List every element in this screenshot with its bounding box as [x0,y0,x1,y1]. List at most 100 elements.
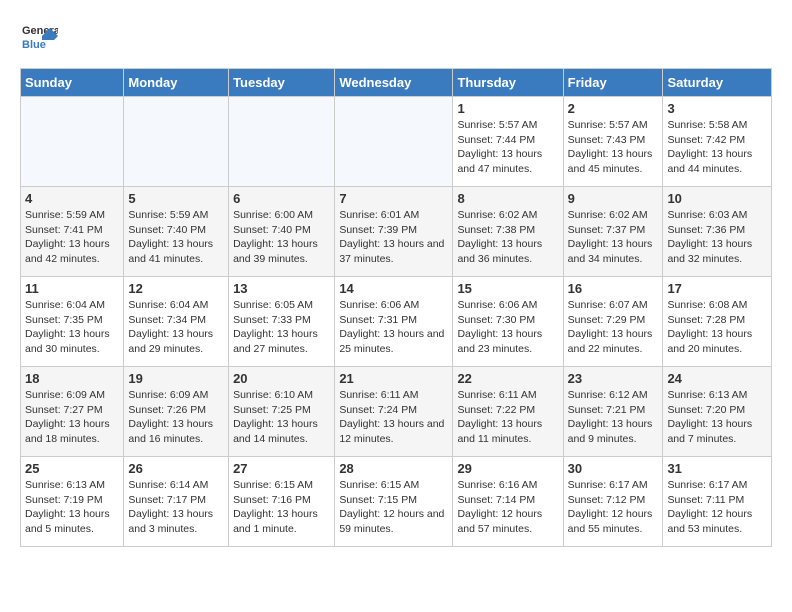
calendar-cell [21,97,124,187]
day-number: 31 [667,461,767,476]
calendar-cell: 22Sunrise: 6:11 AMSunset: 7:22 PMDayligh… [453,367,563,457]
day-info: Sunrise: 6:15 AMSunset: 7:15 PMDaylight:… [339,478,448,537]
day-number: 4 [25,191,119,206]
calendar-cell: 19 Sunrise: 6:09 AMSunset: 7:26 PMDayligh… [124,367,229,457]
week-row-4: 18 Sunrise: 6:09 AMSunset: 7:27 PMDayligh… [21,367,772,457]
day-info: Sunrise: 6:03 AMSunset: 7:36 PMDaylight:… [667,208,767,267]
calendar-cell: 30 Sunrise: 6:17 AMSunset: 7:12 PMDayligh… [563,457,663,547]
day-number: 22 [457,371,558,386]
logo-svg: General Blue [20,20,58,58]
calendar-cell: 24Sunrise: 6:13 AMSunset: 7:20 PMDayligh… [663,367,772,457]
day-number: 12 [128,281,224,296]
week-row-2: 4 Sunrise: 5:59 AMSunset: 7:41 PMDaylight… [21,187,772,277]
day-number: 7 [339,191,448,206]
calendar-cell: 21 Sunrise: 6:11 AMSunset: 7:24 PMDayligh… [335,367,453,457]
day-info: Sunrise: 6:08 AMSunset: 7:28 PMDaylight:… [667,298,767,357]
calendar-cell: 11 Sunrise: 6:04 AMSunset: 7:35 PMDayligh… [21,277,124,367]
calendar-cell: 16Sunrise: 6:07 AMSunset: 7:29 PMDayligh… [563,277,663,367]
calendar-table: SundayMondayTuesdayWednesdayThursdayFrid… [20,68,772,547]
calendar-cell: 14Sunrise: 6:06 AMSunset: 7:31 PMDayligh… [335,277,453,367]
day-number: 2 [568,101,659,116]
day-info: Sunrise: 5:58 AMSunset: 7:42 PMDaylight:… [667,118,767,177]
day-info: Sunrise: 6:02 AMSunset: 7:37 PMDaylight:… [568,208,659,267]
day-info: Sunrise: 5:59 AMSunset: 7:40 PMDaylight:… [128,208,224,267]
day-number: 15 [457,281,558,296]
day-number: 13 [233,281,330,296]
day-number: 1 [457,101,558,116]
day-number: 5 [128,191,224,206]
day-number: 20 [233,371,330,386]
day-info: Sunrise: 6:09 AMSunset: 7:26 PMDaylight:… [128,388,224,447]
calendar-header-monday: Monday [124,69,229,97]
day-info: Sunrise: 6:06 AMSunset: 7:31 PMDaylight:… [339,298,448,357]
calendar-cell [335,97,453,187]
calendar-cell: 7 Sunrise: 6:01 AMSunset: 7:39 PMDaylight… [335,187,453,277]
day-number: 11 [25,281,119,296]
calendar-cell: 9 Sunrise: 6:02 AMSunset: 7:37 PMDaylight… [563,187,663,277]
day-info: Sunrise: 6:04 AMSunset: 7:34 PMDaylight:… [128,298,224,357]
calendar-cell: 18 Sunrise: 6:09 AMSunset: 7:27 PMDayligh… [21,367,124,457]
day-info: Sunrise: 6:11 AMSunset: 7:24 PMDaylight:… [339,388,448,447]
day-number: 3 [667,101,767,116]
day-info: Sunrise: 5:57 AMSunset: 7:43 PMDaylight:… [568,118,659,177]
calendar-header-thursday: Thursday [453,69,563,97]
calendar-cell: 10Sunrise: 6:03 AMSunset: 7:36 PMDayligh… [663,187,772,277]
day-info: Sunrise: 6:01 AMSunset: 7:39 PMDaylight:… [339,208,448,267]
day-number: 6 [233,191,330,206]
week-row-3: 11 Sunrise: 6:04 AMSunset: 7:35 PMDayligh… [21,277,772,367]
day-number: 28 [339,461,448,476]
day-number: 26 [128,461,224,476]
day-number: 30 [568,461,659,476]
day-info: Sunrise: 6:04 AMSunset: 7:35 PMDaylight:… [25,298,119,357]
calendar-cell: 31 Sunrise: 6:17 AMSunset: 7:11 PMDayligh… [663,457,772,547]
day-info: Sunrise: 5:57 AMSunset: 7:44 PMDaylight:… [457,118,558,177]
day-info: Sunrise: 6:17 AMSunset: 7:12 PMDaylight:… [568,478,659,537]
day-info: Sunrise: 5:59 AMSunset: 7:41 PMDaylight:… [25,208,119,267]
day-number: 29 [457,461,558,476]
day-number: 16 [568,281,659,296]
page-container: General Blue SundayMondayTuesdayWednesda… [20,20,772,547]
calendar-cell: 13 Sunrise: 6:05 AMSunset: 7:33 PMDayligh… [229,277,335,367]
calendar-cell: 20 Sunrise: 6:10 AMSunset: 7:25 PMDayligh… [229,367,335,457]
calendar-cell: 26Sunrise: 6:14 AMSunset: 7:17 PMDayligh… [124,457,229,547]
calendar-cell: 29 Sunrise: 6:16 AMSunset: 7:14 PMDayligh… [453,457,563,547]
day-number: 21 [339,371,448,386]
calendar-cell: 3 Sunrise: 5:58 AMSunset: 7:42 PMDaylight… [663,97,772,187]
day-info: Sunrise: 6:05 AMSunset: 7:33 PMDaylight:… [233,298,330,357]
calendar-cell: 1 Sunrise: 5:57 AMSunset: 7:44 PMDaylight… [453,97,563,187]
calendar-cell: 4 Sunrise: 5:59 AMSunset: 7:41 PMDaylight… [21,187,124,277]
calendar-cell: 6 Sunrise: 6:00 AMSunset: 7:40 PMDaylight… [229,187,335,277]
day-info: Sunrise: 6:06 AMSunset: 7:30 PMDaylight:… [457,298,558,357]
day-number: 8 [457,191,558,206]
day-number: 18 [25,371,119,386]
day-info: Sunrise: 6:17 AMSunset: 7:11 PMDaylight:… [667,478,767,537]
calendar-cell: 2 Sunrise: 5:57 AMSunset: 7:43 PMDaylight… [563,97,663,187]
calendar-cell: 25Sunrise: 6:13 AMSunset: 7:19 PMDayligh… [21,457,124,547]
calendar-cell: 15 Sunrise: 6:06 AMSunset: 7:30 PMDayligh… [453,277,563,367]
calendar-header-tuesday: Tuesday [229,69,335,97]
day-number: 17 [667,281,767,296]
day-info: Sunrise: 6:16 AMSunset: 7:14 PMDaylight:… [457,478,558,537]
calendar-cell: 23 Sunrise: 6:12 AMSunset: 7:21 PMDayligh… [563,367,663,457]
day-number: 9 [568,191,659,206]
header: General Blue [20,20,772,58]
logo: General Blue [20,20,58,58]
day-info: Sunrise: 6:10 AMSunset: 7:25 PMDaylight:… [233,388,330,447]
calendar-header-row: SundayMondayTuesdayWednesdayThursdayFrid… [21,69,772,97]
day-info: Sunrise: 6:09 AMSunset: 7:27 PMDaylight:… [25,388,119,447]
week-row-5: 25Sunrise: 6:13 AMSunset: 7:19 PMDayligh… [21,457,772,547]
calendar-header-wednesday: Wednesday [335,69,453,97]
day-info: Sunrise: 6:13 AMSunset: 7:19 PMDaylight:… [25,478,119,537]
calendar-header-friday: Friday [563,69,663,97]
calendar-cell: 12 Sunrise: 6:04 AMSunset: 7:34 PMDayligh… [124,277,229,367]
day-number: 19 [128,371,224,386]
day-info: Sunrise: 6:12 AMSunset: 7:21 PMDaylight:… [568,388,659,447]
day-info: Sunrise: 6:00 AMSunset: 7:40 PMDaylight:… [233,208,330,267]
calendar-cell: 5 Sunrise: 5:59 AMSunset: 7:40 PMDaylight… [124,187,229,277]
day-info: Sunrise: 6:15 AMSunset: 7:16 PMDaylight:… [233,478,330,537]
calendar-cell [229,97,335,187]
calendar-cell: 17 Sunrise: 6:08 AMSunset: 7:28 PMDayligh… [663,277,772,367]
day-number: 23 [568,371,659,386]
calendar-cell: 8Sunrise: 6:02 AMSunset: 7:38 PMDaylight… [453,187,563,277]
calendar-cell: 28 Sunrise: 6:15 AMSunset: 7:15 PMDayligh… [335,457,453,547]
